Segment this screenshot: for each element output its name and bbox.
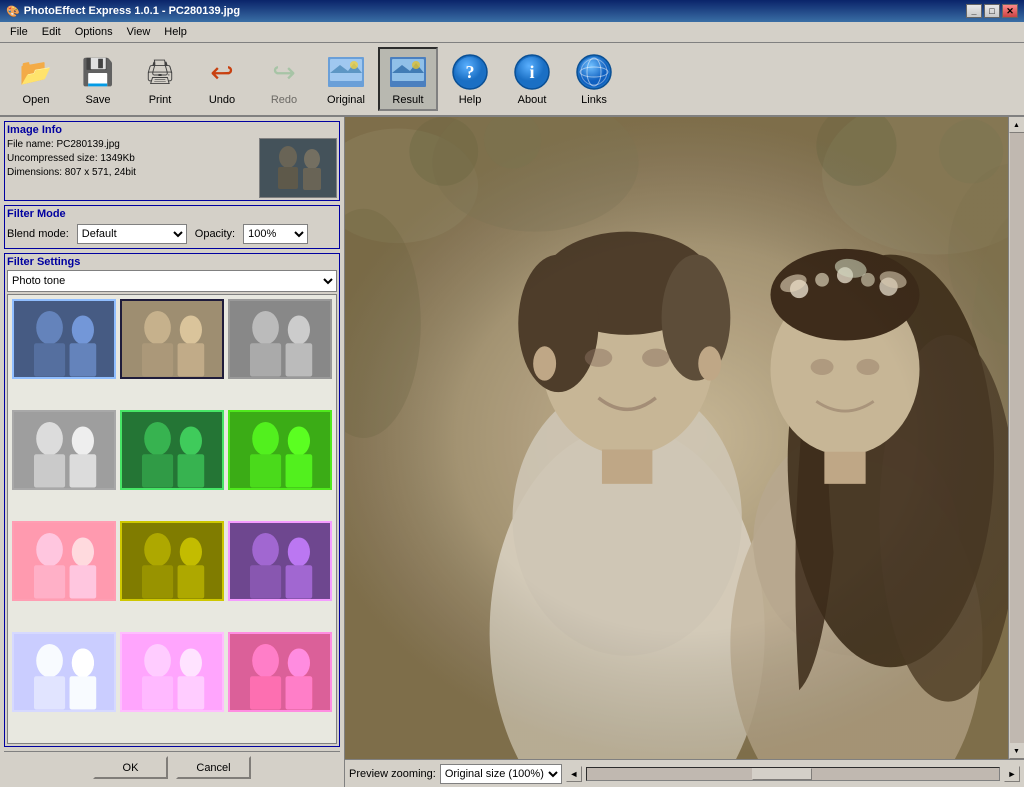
menu-edit[interactable]: Edit [36,24,67,40]
open-icon: 📂 [14,52,58,92]
filter-thumbnail-1[interactable] [12,299,116,379]
result-icon [386,52,430,92]
zoom-scrollbar-thumb[interactable] [752,768,812,780]
size-text: Uncompressed size: 1349Kb [7,152,255,166]
result-button[interactable]: Result [378,47,438,111]
help-label: Help [459,94,482,106]
menu-view[interactable]: View [121,24,157,40]
print-label: Print [149,94,172,106]
original-button[interactable]: Original [316,48,376,110]
filter-mode-content: Blend mode: Default Normal Multiply Scre… [7,222,337,246]
open-label: Open [23,94,50,106]
svg-text:i: i [529,62,534,82]
filter-thumbnail-2[interactable] [120,299,224,379]
links-label: Links [581,94,607,106]
maximize-button[interactable]: □ [984,4,1000,18]
filter-mode-section: Filter Mode Blend mode: Default Normal M… [4,205,340,249]
title-bar-left: 🎨 PhotoEffect Express 1.0.1 - PC280139.j… [6,5,240,18]
result-label: Result [392,94,423,106]
save-label: Save [85,94,110,106]
filter-settings-section: Filter Settings Photo tone Sepia Black &… [4,253,340,747]
minimize-button[interactable]: _ [966,4,982,18]
bottom-buttons: OK Cancel [4,751,340,783]
links-icon [572,52,616,92]
zoom-select[interactable]: Original size (100%) 50% 75% 150% 200% [440,764,562,784]
filter-thumbnail-10[interactable] [12,632,116,712]
filter-thumbnail-12[interactable] [228,632,332,712]
main-layout: Image Info File name: PC280139.jpg Uncom… [0,117,1024,787]
filename-text: File name: PC280139.jpg [7,138,255,152]
print-button[interactable]: 🖨 Print [130,48,190,110]
app-icon: 🎨 [6,5,20,18]
redo-icon: ↪ [262,52,306,92]
toolbar: 📂 Open 💾 Save 🖨 Print ↩ Undo ↪ Redo Orig… [0,43,1024,117]
right-panel: ▲ ▼ Preview zooming: Original size (100%… [345,117,1024,787]
filter-thumbnail-4[interactable] [12,410,116,490]
about-button[interactable]: i About [502,48,562,110]
close-button[interactable]: ✕ [1002,4,1018,18]
filter-thumbnail-3[interactable] [228,299,332,379]
undo-button[interactable]: ↩ Undo [192,48,252,110]
filter-thumbnails-wrapper [7,294,337,744]
filter-mode-title: Filter Mode [7,208,337,220]
thumbnail-image [260,139,337,198]
filter-thumbnail-6[interactable] [228,410,332,490]
print-icon: 🖨 [138,52,182,92]
filter-type-select[interactable]: Photo tone Sepia Black & White Vintage [7,270,337,292]
filter-settings-content: Photo tone Sepia Black & White Vintage [7,270,337,744]
image-info-text: File name: PC280139.jpg Uncompressed siz… [7,138,255,198]
title-bar-controls: _ □ ✕ [966,4,1018,18]
save-icon: 💾 [76,52,120,92]
filter-thumbnails-grid [8,295,336,743]
help-button[interactable]: ? Help [440,48,500,110]
zoom-scrollbar-h[interactable] [586,767,1000,781]
zoom-bar: Preview zooming: Original size (100%) 50… [345,759,1024,787]
filter-thumbnail-8[interactable] [120,521,224,601]
undo-icon: ↩ [200,52,244,92]
menu-file[interactable]: File [4,24,34,40]
filter-thumbnail-9[interactable] [228,521,332,601]
links-button[interactable]: Links [564,48,624,110]
opacity-label: Opacity: [195,228,235,240]
left-panel: Image Info File name: PC280139.jpg Uncom… [0,117,345,787]
dimensions-text: Dimensions: 807 x 571, 24bit [7,166,255,180]
scroll-track-v [1010,133,1024,743]
image-info-content: File name: PC280139.jpg Uncompressed siz… [7,138,337,198]
image-info-section: Image Info File name: PC280139.jpg Uncom… [4,121,340,201]
help-icon: ? [448,52,492,92]
open-button[interactable]: 📂 Open [6,48,66,110]
filter-thumbnail-7[interactable] [12,521,116,601]
filter-dropdown-row: Photo tone Sepia Black & White Vintage [7,270,337,292]
undo-label: Undo [209,94,235,106]
filter-settings-title: Filter Settings [7,256,337,268]
original-label: Original [327,94,365,106]
title-bar: 🎨 PhotoEffect Express 1.0.1 - PC280139.j… [0,0,1024,22]
zoom-label: Preview zooming: [349,768,436,780]
preview-vertical-scrollbar[interactable]: ▲ ▼ [1008,117,1024,759]
save-button[interactable]: 💾 Save [68,48,128,110]
scroll-up-arrow[interactable]: ▲ [1009,117,1024,133]
preview-image-area: ▲ ▼ [345,117,1024,759]
preview-photo [345,117,1024,759]
menu-bar: File Edit Options View Help [0,22,1024,43]
filter-thumbnail-11[interactable] [120,632,224,712]
original-icon [324,52,368,92]
about-label: About [518,94,547,106]
redo-button[interactable]: ↪ Redo [254,48,314,110]
blend-mode-label: Blend mode: [7,228,69,240]
scroll-down-arrow[interactable]: ▼ [1009,743,1024,759]
image-info-title: Image Info [7,124,337,136]
opacity-select[interactable]: 100% 75% 50% 25% [243,224,308,244]
menu-options[interactable]: Options [69,24,119,40]
image-thumbnail [259,138,337,198]
menu-help[interactable]: Help [158,24,193,40]
about-icon: i [510,52,554,92]
window-title: PhotoEffect Express 1.0.1 - PC280139.jpg [24,5,240,17]
svg-text:?: ? [466,62,475,82]
filter-thumbnail-5[interactable] [120,410,224,490]
blend-mode-select[interactable]: Default Normal Multiply Screen Overlay [77,224,187,244]
redo-label: Redo [271,94,297,106]
